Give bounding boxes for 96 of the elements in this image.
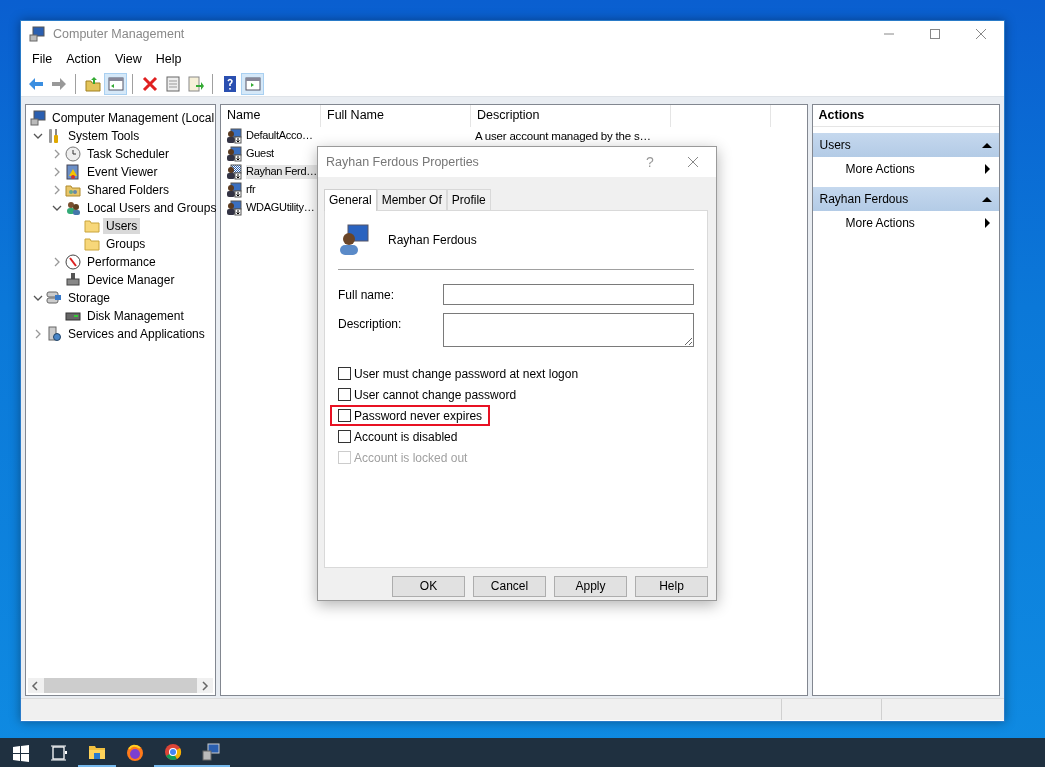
close-icon[interactable] — [973, 26, 989, 42]
checkbox-label[interactable]: Account is disabled — [354, 429, 458, 445]
tab[interactable]: Member Of — [376, 189, 447, 211]
list-item[interactable]: WDAGUtility… — [246, 201, 315, 215]
tree-item[interactable]: Users — [103, 217, 141, 235]
server-gear-icon — [46, 326, 62, 342]
section-title: Rayhan Ferdous — [819, 191, 910, 207]
user-icon — [226, 164, 242, 180]
forward-arrow-icon — [50, 75, 67, 92]
dialog-button[interactable]: OK — [392, 576, 465, 598]
tree-item[interactable]: Local Users and Groups — [84, 199, 220, 217]
checkbox-label[interactable]: User cannot change password — [354, 387, 517, 403]
window-title: Computer Management — [53, 26, 185, 42]
submenu-arrow-icon[interactable] — [984, 217, 991, 229]
submenu-arrow-icon[interactable] — [984, 163, 991, 175]
action-link[interactable]: More Actions — [845, 161, 984, 177]
computer-icon — [30, 110, 46, 126]
column-header[interactable]: Name — [221, 105, 321, 127]
close-icon[interactable] — [685, 154, 701, 170]
log-book-icon — [65, 164, 81, 180]
device-icon — [65, 272, 81, 288]
table-cell: A user account managed by the s… — [475, 129, 651, 142]
user-icon — [226, 182, 242, 198]
checkbox[interactable] — [338, 388, 351, 402]
pane-icon — [107, 75, 124, 92]
action-link[interactable]: More Actions — [845, 215, 984, 231]
field-label: Description: — [338, 316, 403, 332]
export-list-icon — [187, 75, 204, 92]
toolbar-button[interactable] — [241, 72, 264, 95]
menu-item[interactable]: Action — [59, 51, 108, 67]
tab[interactable]: Profile — [446, 189, 491, 211]
maximize-icon[interactable] — [927, 26, 943, 42]
computer-icon — [202, 742, 220, 761]
scrollbar-thumb[interactable] — [44, 678, 197, 693]
toolbar-button[interactable] — [104, 72, 127, 95]
user-icon — [226, 146, 242, 162]
help-book-icon — [221, 75, 238, 92]
tree-item[interactable]: Groups — [103, 235, 149, 253]
tab[interactable]: General — [324, 189, 377, 212]
shared-folder-icon — [65, 182, 81, 198]
user-icon — [226, 128, 242, 144]
delete-icon — [141, 75, 158, 92]
user-icon — [226, 200, 242, 216]
checkbox[interactable] — [338, 409, 351, 423]
collapse-icon[interactable] — [981, 140, 993, 150]
task-view-icon — [50, 743, 68, 762]
checkbox-label[interactable]: Password never expires — [354, 408, 483, 424]
gauge-icon — [65, 254, 81, 270]
checkbox-label[interactable]: User must change password at next logon — [354, 366, 579, 382]
tree-item[interactable]: Disk Management — [84, 307, 187, 325]
field-label: Full name: — [338, 287, 396, 303]
list-item[interactable]: rfr — [246, 183, 256, 197]
menu-item[interactable]: Help — [148, 51, 189, 67]
folder-icon — [84, 218, 100, 234]
user-name: Rayhan Ferdous — [388, 233, 477, 248]
checkbox[interactable] — [338, 367, 351, 381]
user-avatar-icon — [338, 223, 372, 258]
windows-logo-icon — [12, 743, 30, 762]
tree-item[interactable]: Storage — [65, 289, 114, 307]
pane-heading: Actions — [813, 105, 999, 127]
folder-icon — [84, 236, 100, 252]
description-field[interactable] — [442, 313, 694, 348]
column-header[interactable]: Full Name — [321, 105, 471, 127]
browser-icon — [164, 742, 182, 761]
tree-item[interactable]: Event Viewer — [84, 163, 161, 181]
folder-up-icon — [84, 75, 101, 92]
tree-item[interactable]: Device Manager — [84, 271, 178, 289]
column-header[interactable]: Description — [471, 105, 671, 127]
dialog-button[interactable]: Cancel — [473, 576, 546, 598]
text-field[interactable] — [442, 284, 694, 306]
list-item[interactable]: Rayhan Ferd… — [246, 165, 317, 179]
dialog-button[interactable]: Apply — [554, 576, 627, 598]
clock-icon — [65, 146, 81, 162]
tree-item[interactable]: Computer Management (Local — [49, 109, 218, 127]
dialog-title: Rayhan Ferdous Properties — [326, 154, 480, 170]
menu-item[interactable]: File — [25, 51, 60, 67]
section-header[interactable]: Rayhan Ferdous — [813, 187, 999, 211]
section-header[interactable]: Users — [813, 133, 999, 157]
dialog-button[interactable]: Help — [635, 576, 708, 598]
tree-item[interactable]: System Tools — [65, 127, 143, 145]
tree-item[interactable]: Performance — [84, 253, 159, 271]
storage-icon — [46, 290, 62, 306]
computer-icon — [29, 26, 45, 42]
section-title: Users — [819, 137, 852, 153]
menu-item[interactable]: View — [107, 51, 149, 67]
horizontal-scrollbar[interactable] — [28, 678, 213, 693]
collapse-icon[interactable] — [981, 194, 993, 204]
checkbox[interactable] — [338, 430, 351, 444]
tree-item[interactable]: Services and Applications — [65, 325, 208, 343]
properties-icon — [164, 75, 181, 92]
tree-item[interactable]: Shared Folders — [84, 181, 173, 199]
list-item[interactable]: DefaultAcco… — [246, 129, 313, 143]
pane-icon — [244, 75, 261, 92]
users-icon — [65, 200, 81, 216]
list-item[interactable]: Guest — [246, 147, 274, 161]
tree-item[interactable]: Task Scheduler — [84, 145, 173, 163]
